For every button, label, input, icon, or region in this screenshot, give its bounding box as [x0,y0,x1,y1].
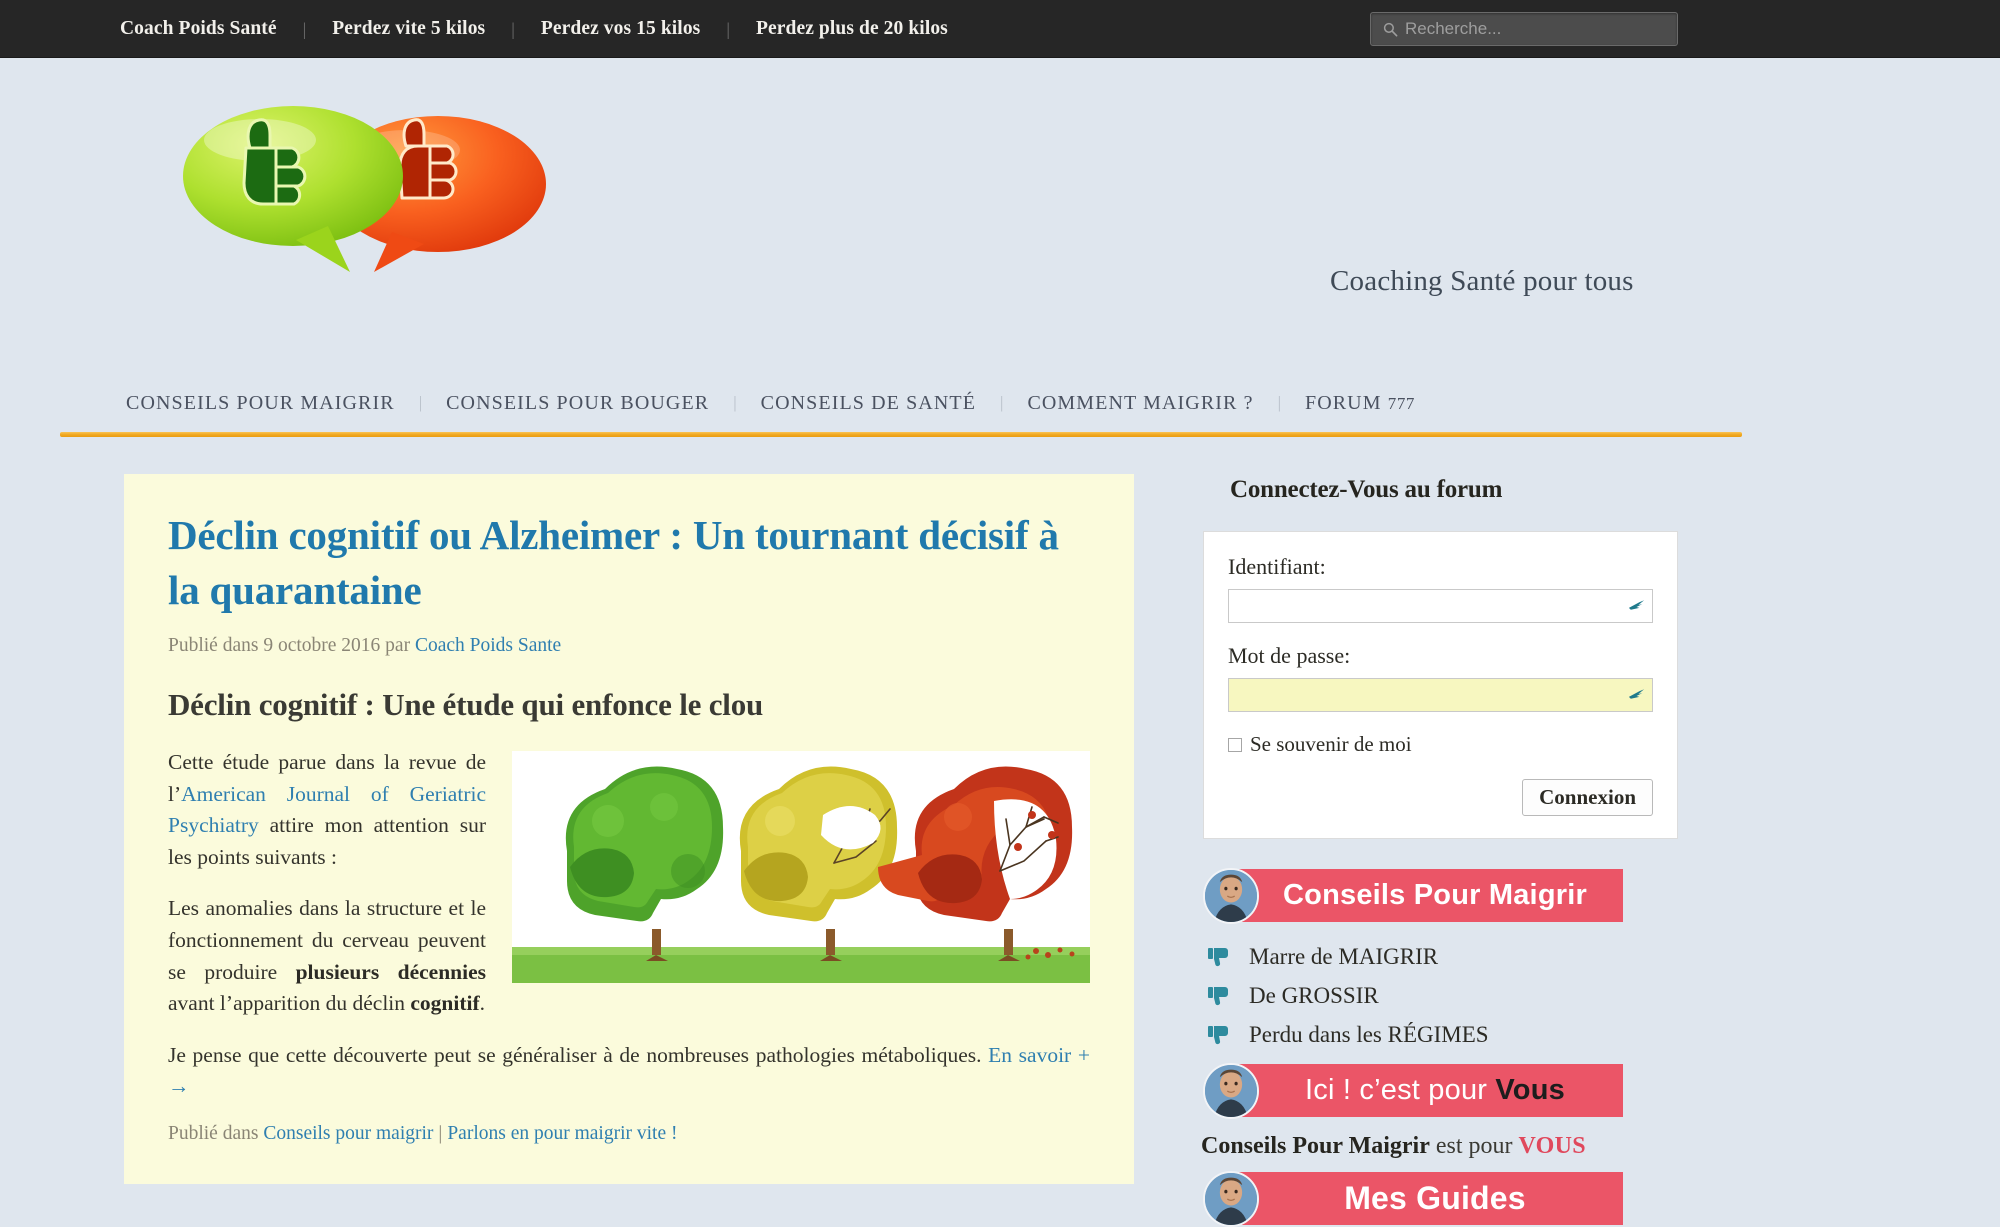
content-area: Déclin cognitif ou Alzheimer : Un tourna… [0,444,2000,1227]
p2-text-b: avant l’apparition du déclin [168,991,411,1016]
article-figure [512,751,1090,984]
banner-ici-cest-pour-vous[interactable]: Ici ! c’est pour Vous [1203,1062,1623,1119]
article-byline: Publié dans 9 octobre 2016 par Coach Poi… [168,635,1090,657]
password-input[interactable] [1228,678,1653,712]
login-widget-title: Connectez-Vous au forum [1230,476,1503,503]
footer-prefix: Publié dans [168,1122,259,1144]
article-title[interactable]: Déclin cognitif ou Alzheimer : Un tourna… [168,508,1090,617]
list-item[interactable]: Marre de MAIGRIR [1205,944,1685,970]
thumbs-up-down-speech-bubbles-logo [183,106,546,272]
sidebar: Connectez-Vous au forum Identifiant: Mot… [1195,444,1685,1227]
footer-separator: | [438,1122,443,1144]
site-tagline: Coaching Santé pour tous [1330,265,1634,297]
remember-me-label: Se souvenir de moi [1250,732,1412,756]
login-button-row: Connexion [1228,779,1653,816]
password-label: Mot de passe: [1228,643,1351,668]
footer-comments-link[interactable]: Parlons en pour maigrir vite ! [447,1123,677,1144]
three-head-trees-image [512,751,1090,984]
banner-conseils-pour-maigrir[interactable]: Conseils Pour Maigrir [1203,867,1623,924]
article-body: Cette étude parue dans la revue de l’Ame… [168,747,1090,1145]
mainnav-item-forum[interactable]: FORUM 777 [1305,392,1415,415]
byline-author-link[interactable]: Coach Poids Sante [415,635,561,656]
banner2-light-text: Ici ! c’est pour [1305,1074,1496,1106]
mainnav-item-conseils-pour-bouger[interactable]: CONSEILS POUR BOUGER [446,392,709,415]
avatar-photo [1205,1172,1257,1225]
password-field-wrap [1228,678,1653,712]
login-submit-button[interactable]: Connexion [1522,779,1653,816]
footer-category-link[interactable]: Conseils pour maigrir [263,1123,433,1144]
username-field-wrap [1228,589,1653,623]
avatar [1203,1170,1259,1227]
promo-red: VOUS [1518,1133,1586,1159]
thumbs-down-icon [1208,987,1228,1006]
article-card: Déclin cognitif ou Alzheimer : Un tourna… [124,474,1134,1184]
nav-divider-rule [60,432,1742,437]
p3-text-a: Je pense que cette découverte peut se gé… [168,1042,989,1067]
avatar-photo [1205,869,1257,922]
article-subtitle: Déclin cognitif : Une étude qui enfonce … [168,687,764,723]
avatar [1203,1062,1259,1119]
top-navigation: Coach Poids Santé | Perdez vite 5 kilos … [120,0,948,58]
thumbs-down-icon [1208,948,1228,967]
avatar [1203,867,1259,924]
top-bar: Coach Poids Santé | Perdez vite 5 kilos … [0,0,2000,58]
username-input[interactable] [1228,589,1653,623]
site-logo[interactable] [178,104,553,274]
avatar-photo [1205,1064,1257,1117]
mainnav-item-conseils-de-sante[interactable]: CONSEILS DE SANTÉ [761,392,976,415]
mainnav-forum-label: FORUM [1304,391,1382,414]
search-icon [1383,22,1398,37]
banner-label: Ici ! c’est pour Vous [1259,1074,1623,1107]
promo-bold: Conseils Pour Maigrir [1201,1133,1430,1159]
mainnav-item-comment-maigrir[interactable]: COMMENT MAIGRIR ? [1027,392,1253,415]
masthead: Coaching Santé pour tous [0,59,2000,359]
mainnav-separator: | [418,393,423,412]
bullet-list: Marre de MAIGRIR De GROSSIR Perdu dans l… [1205,944,1685,1048]
mainnav-separator: | [1277,393,1281,412]
list-item[interactable]: De GROSSIR [1205,983,1685,1009]
article-footer: Publié dans Conseils pour maigrir | Parlon… [168,1123,1090,1145]
mainnav-separator: | [733,393,737,412]
list-item-label: Marre de MAIGRIR [1249,944,1439,969]
banner2-dark-text: Vous [1495,1074,1565,1106]
banner-label: Conseils Pour Maigrir [1283,879,1587,911]
mainnav-separator: | [1000,393,1004,412]
article-paragraph-3: Je pense que cette découverte peut se gé… [168,1040,1090,1103]
promo-mid: est pour [1429,1133,1519,1159]
thumbs-down-icon [1208,1026,1228,1045]
p2-text-c: . [479,991,486,1016]
remember-me-row[interactable]: Se souvenir de moi [1228,732,1653,757]
mainnav-item-conseils-pour-maigrir[interactable]: CONSEILS POUR MAIGRIR [126,392,395,415]
byline-prefix: Publié dans 9 octobre 2016 par [168,635,411,657]
topnav-item-coach-poids-sante[interactable]: Coach Poids Santé [120,18,277,40]
topnav-item-perdez-vite-5-kilos[interactable]: Perdez vite 5 kilos [332,18,485,40]
p2-bold-cognitif: cognitif [410,991,480,1016]
topnav-item-perdez-plus-de-20-kilos[interactable]: Perdez plus de 20 kilos [756,18,948,40]
username-label: Identifiant: [1228,554,1326,579]
banner-mes-guides[interactable]: Mes Guides [1203,1170,1623,1227]
promo-line: Conseils Pour Maigrir est pour VOUS [1201,1133,1685,1160]
remember-me-checkbox[interactable] [1228,737,1242,752]
banner-label: Mes Guides [1344,1180,1526,1216]
main-navigation: CONSEILS POUR MAIGRIR | CONSEILS POUR BO… [0,372,1745,434]
p2-bold-decennies: plusieurs décennies [295,959,486,984]
list-item-label: De GROSSIR [1249,983,1379,1008]
topnav-item-perdez-vos-15-kilos[interactable]: Perdez vos 15 kilos [541,18,701,40]
search-input[interactable] [1405,14,1677,44]
search-box[interactable] [1370,12,1678,46]
main-navigation-list: CONSEILS POUR MAIGRIR | CONSEILS POUR BO… [126,392,1415,415]
mainnav-forum-count: 777 [1387,393,1416,413]
list-item-label: Perdu dans les RÉGIMES [1249,1022,1489,1047]
login-form: Identifiant: Mot de passe: Se souvenir d… [1203,531,1678,839]
list-item[interactable]: Perdu dans les RÉGIMES [1205,1022,1685,1048]
topnav-separator: | [726,18,730,39]
topnav-separator: | [511,18,515,39]
topnav-separator: | [302,18,307,39]
